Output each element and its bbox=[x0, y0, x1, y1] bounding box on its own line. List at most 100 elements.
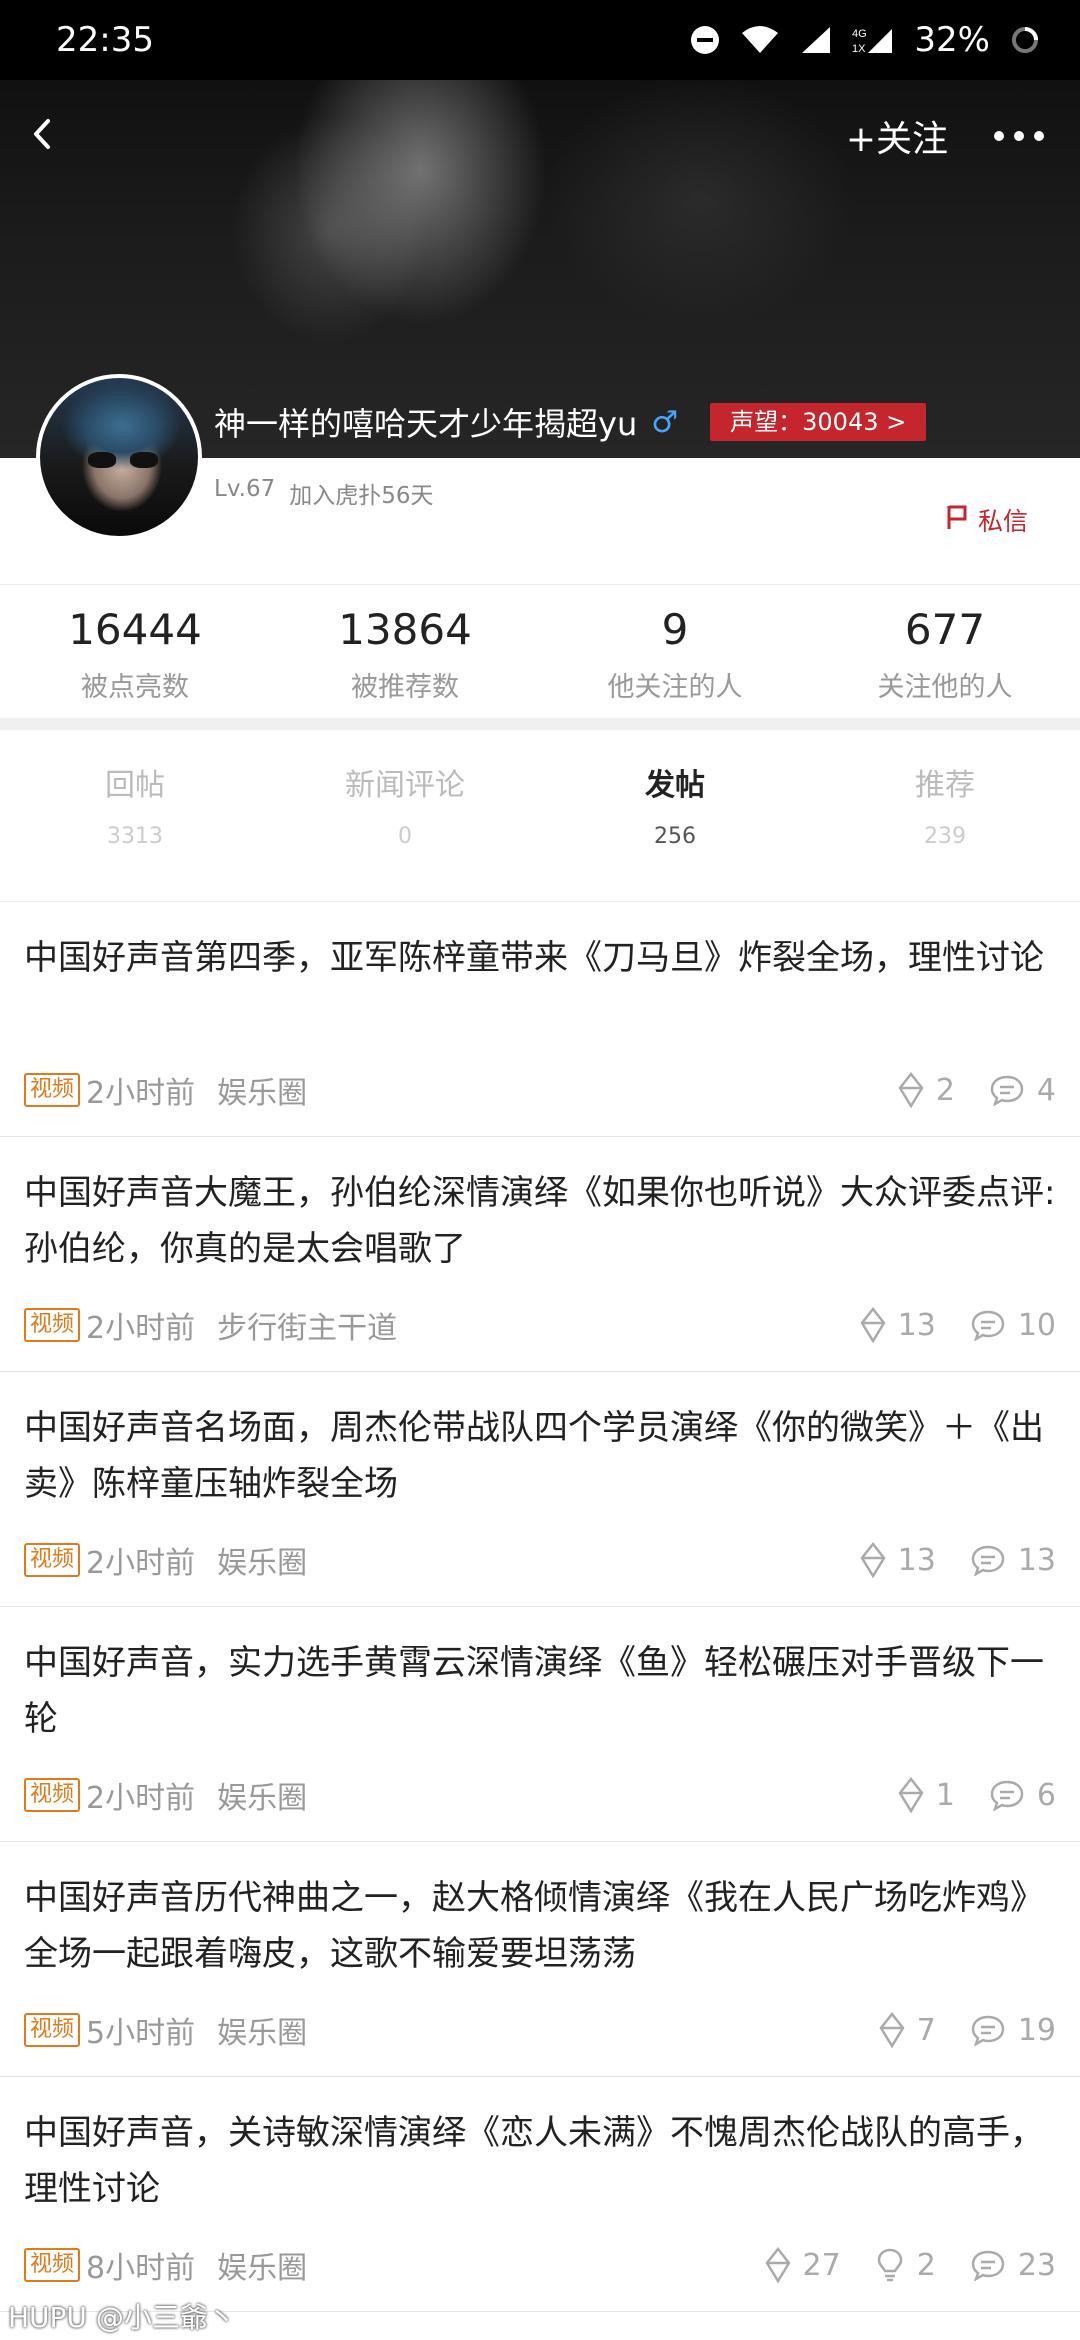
comment-count: 4 bbox=[1036, 1072, 1056, 1108]
recommend-count: 2 bbox=[916, 2247, 936, 2283]
watermark: HUPU @小三爺丶 bbox=[8, 2301, 236, 2334]
status-time: 22:35 bbox=[56, 20, 154, 60]
like-count: 13 bbox=[897, 1542, 936, 1578]
like-count: 1 bbox=[935, 1777, 955, 1813]
post-meta: 视频 8小时前 娱乐圈 27 2 23 bbox=[24, 2243, 1056, 2287]
post-board[interactable]: 步行街主干道 bbox=[217, 1303, 397, 1347]
stat-recommended[interactable]: 13864 被推荐数 bbox=[270, 585, 540, 718]
private-message-label: 私信 bbox=[977, 507, 1028, 536]
list-item[interactable]: 中国好声音，关诗敏深情演绎《恋人未满》不愧周杰伦战队的高手，理性讨论 视频 8小… bbox=[0, 2077, 1080, 2312]
comment-stat[interactable]: 4 bbox=[989, 1073, 1056, 1108]
stat-value: 16444 bbox=[68, 605, 202, 654]
tab-news-comments[interactable]: 新闻评论 0 bbox=[270, 730, 540, 901]
tab-label: 回帖 bbox=[105, 768, 165, 803]
video-tag: 视频 bbox=[24, 1308, 81, 1342]
tab-label: 新闻评论 bbox=[345, 768, 465, 803]
comment-count: 19 bbox=[1017, 2012, 1056, 2048]
like-stat[interactable]: 2 bbox=[898, 1072, 955, 1108]
post-title: 中国好声音，关诗敏深情演绎《恋人未满》不愧周杰伦战队的高手，理性讨论 bbox=[24, 2113, 1044, 2209]
like-count: 7 bbox=[916, 2012, 936, 2048]
post-title: 中国好声音大魔王，孙伯纶深情演绎《如果你也听说》大众评委点评:孙伯纶，你真的是太… bbox=[24, 1173, 1056, 1269]
video-tag: 视频 bbox=[24, 1073, 81, 1107]
section-divider bbox=[0, 718, 1080, 730]
stat-likes[interactable]: 16444 被点亮数 bbox=[0, 585, 270, 718]
comment-icon bbox=[989, 1074, 1025, 1106]
comment-stat[interactable]: 10 bbox=[970, 1308, 1056, 1343]
list-item[interactable]: 中国好声音大魔王，孙伯纶深情演绎《如果你也听说》大众评委点评:孙伯纶，你真的是太… bbox=[0, 1137, 1080, 1372]
user-level: Lv.67 bbox=[214, 476, 276, 502]
light-up-icon bbox=[765, 2247, 791, 2283]
back-icon[interactable] bbox=[30, 117, 54, 155]
post-title: 中国好声音，实力选手黄霄云深情演绎《鱼》轻松碾压对手晋级下一轮 bbox=[24, 1643, 1044, 1739]
tab-label: 推荐 bbox=[915, 768, 975, 803]
post-title: 中国好声音历代神曲之一，赵大格倾情演绎《我在人民广场吃炸鸡》全场一起跟着嗨皮，这… bbox=[24, 1878, 1044, 1974]
post-board[interactable]: 娱乐圈 bbox=[217, 2243, 307, 2287]
post-board[interactable]: 娱乐圈 bbox=[217, 1538, 307, 1582]
avatar[interactable] bbox=[36, 374, 202, 540]
comment-stat[interactable]: 6 bbox=[989, 1778, 1056, 1813]
post-title: 中国好声音名场面，周杰伦带战队四个学员演绎《你的微笑》＋《出卖》陈梓童压轴炸裂全… bbox=[24, 1408, 1044, 1504]
like-stat[interactable]: 13 bbox=[860, 1542, 936, 1578]
tab-label: 发帖 bbox=[645, 768, 705, 803]
post-board[interactable]: 娱乐圈 bbox=[217, 2008, 307, 2052]
like-stat[interactable]: 13 bbox=[860, 1307, 936, 1343]
username: 神一样的嘻哈天才少年揭超yu bbox=[214, 405, 638, 443]
reputation-badge[interactable]: 声望：30043 > bbox=[710, 403, 927, 441]
flag-icon bbox=[946, 504, 968, 536]
tab-replies[interactable]: 回帖 3313 bbox=[0, 730, 270, 901]
post-meta: 视频 2小时前 娱乐圈 2 4 bbox=[24, 1068, 1056, 1112]
comment-stat[interactable]: 13 bbox=[970, 1543, 1056, 1578]
recommend-stat[interactable]: 2 bbox=[875, 2247, 936, 2283]
comment-count: 10 bbox=[1017, 1307, 1056, 1343]
like-stat[interactable]: 27 bbox=[765, 2247, 841, 2283]
status-bar: 22:35 4G 1X 32% bbox=[0, 0, 1080, 80]
male-gender-icon: ♂ bbox=[651, 404, 679, 440]
list-item[interactable]: 中国好声音，实力选手黄霄云深情演绎《鱼》轻松碾压对手晋级下一轮 视频 2小时前 … bbox=[0, 1607, 1080, 1842]
more-options-icon[interactable] bbox=[994, 131, 1044, 141]
light-up-icon bbox=[860, 1542, 886, 1578]
comment-count: 6 bbox=[1036, 1777, 1056, 1813]
light-up-icon bbox=[898, 1777, 924, 1813]
stats-row: 16444 被点亮数 13864 被推荐数 9 他关注的人 677 关注他的人 bbox=[0, 584, 1080, 718]
stat-label: 被点亮数 bbox=[81, 672, 189, 703]
stat-value: 13864 bbox=[338, 605, 472, 654]
post-time: 2小时前 bbox=[86, 1311, 196, 1346]
like-stat[interactable]: 7 bbox=[879, 2012, 936, 2048]
comment-count: 13 bbox=[1017, 1542, 1056, 1578]
stat-label: 关注他的人 bbox=[877, 672, 1013, 703]
post-time: 2小时前 bbox=[86, 1781, 196, 1816]
stat-followers[interactable]: 677 关注他的人 bbox=[810, 585, 1080, 718]
post-meta: 视频 5小时前 娱乐圈 7 19 bbox=[24, 2008, 1056, 2052]
network-4g-icon: 4G 1X bbox=[852, 25, 894, 55]
comment-icon bbox=[970, 1544, 1006, 1576]
list-item[interactable]: 中国好声音历代神曲之一，赵大格倾情演绎《我在人民广场吃炸鸡》全场一起跟着嗨皮，这… bbox=[0, 1842, 1080, 2077]
post-time: 8小时前 bbox=[86, 2251, 196, 2286]
tab-recommended[interactable]: 推荐 239 bbox=[810, 730, 1080, 901]
private-message-button[interactable]: 私信 bbox=[946, 502, 1028, 538]
content-tabs: 回帖 3313 新闻评论 0 发帖 256 推荐 239 bbox=[0, 730, 1080, 902]
post-board[interactable]: 娱乐圈 bbox=[217, 1773, 307, 1817]
stat-following[interactable]: 9 他关注的人 bbox=[540, 585, 810, 718]
user-meta: Lv.67 加入虎扑56天 bbox=[214, 476, 434, 510]
video-tag: 视频 bbox=[24, 1543, 81, 1577]
comment-icon bbox=[989, 1779, 1025, 1811]
follow-button[interactable]: +关注 bbox=[846, 110, 948, 162]
comment-stat[interactable]: 19 bbox=[970, 2013, 1056, 2048]
post-meta: 视频 2小时前 娱乐圈 1 6 bbox=[24, 1773, 1056, 1817]
tab-posts[interactable]: 发帖 256 bbox=[540, 730, 810, 901]
post-meta: 视频 2小时前 娱乐圈 13 13 bbox=[24, 1538, 1056, 1582]
video-tag: 视频 bbox=[24, 1778, 81, 1812]
like-count: 27 bbox=[802, 2247, 841, 2283]
list-item[interactable]: 中国好声音第四季，亚军陈梓童带来《刀马旦》炸裂全场，理性讨论 视频 2小时前 娱… bbox=[0, 902, 1080, 1137]
battery-percent: 32% bbox=[914, 20, 990, 60]
stat-label: 被推荐数 bbox=[351, 672, 459, 703]
lightbulb-icon bbox=[875, 2247, 905, 2283]
list-item[interactable]: 中国好声音名场面，周杰伦带战队四个学员演绎《你的微笑》＋《出卖》陈梓童压轴炸裂全… bbox=[0, 1372, 1080, 1607]
comment-stat[interactable]: 23 bbox=[970, 2248, 1056, 2283]
post-meta: 视频 2小时前 步行街主干道 13 10 bbox=[24, 1303, 1056, 1347]
wifi-icon bbox=[740, 25, 780, 55]
stat-value: 9 bbox=[661, 605, 689, 654]
post-board[interactable]: 娱乐圈 bbox=[217, 1068, 307, 1112]
like-stat[interactable]: 1 bbox=[898, 1777, 955, 1813]
top-action-bar: +关注 bbox=[0, 80, 1080, 192]
